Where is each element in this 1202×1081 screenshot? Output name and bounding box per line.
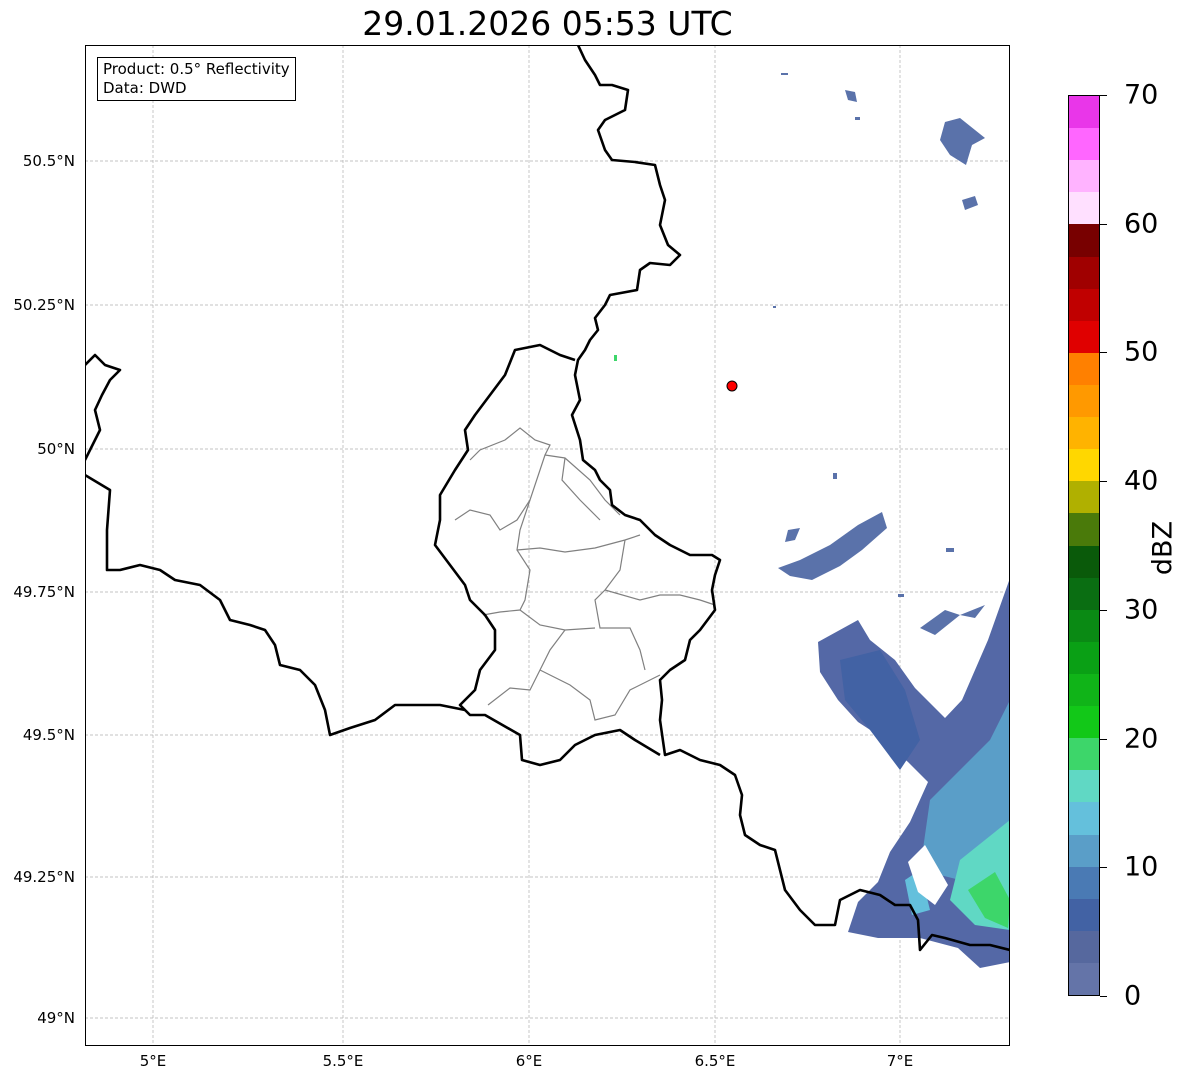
map-title: 29.01.2026 05:53 UTC <box>362 4 733 43</box>
colorbar-bin <box>1069 898 1099 931</box>
info-product: Product: 0.5° Reflectivity <box>103 60 290 78</box>
colorbar-tick-mark <box>1100 352 1107 354</box>
colorbar-bin <box>1069 192 1099 225</box>
colorbar-bin <box>1069 673 1099 707</box>
region-borders <box>454 427 716 721</box>
colorbar-tick-mark <box>1100 996 1107 997</box>
info-data-source: Data: DWD <box>103 79 187 97</box>
colorbar-bin <box>1069 930 1099 963</box>
colorbar-bin <box>1069 738 1099 771</box>
lon-label: 6.5°E <box>694 1052 736 1070</box>
colorbar-bin <box>1069 256 1099 289</box>
colorbar-tick-label: 0 <box>1124 980 1142 1012</box>
colorbar-bin <box>1069 160 1099 193</box>
radar-map[interactable] <box>85 45 1010 1046</box>
colorbar-bin <box>1069 706 1099 739</box>
colorbar-label: dBZ <box>1147 520 1179 576</box>
colorbar-tick-label: 20 <box>1124 723 1159 755</box>
colorbar-bin <box>1069 802 1099 835</box>
map-canvas <box>86 46 1009 1045</box>
colorbar-bin <box>1069 962 1099 996</box>
colorbar-tick-mark <box>1100 95 1107 96</box>
echo-north <box>940 118 985 165</box>
colorbar <box>1068 95 1100 996</box>
colorbar-tick-mark <box>1100 481 1107 483</box>
lat-label: 50.5°N <box>22 152 75 170</box>
colorbar-tick-mark <box>1100 609 1107 611</box>
lat-label: 49.5°N <box>22 726 75 744</box>
colorbar-tick-mark <box>1100 867 1107 869</box>
colorbar-tick-label: 30 <box>1124 594 1159 626</box>
colorbar-bin <box>1069 770 1099 803</box>
colorbar-bin <box>1069 96 1099 129</box>
national-borders <box>86 46 1009 952</box>
colorbar-bin <box>1069 128 1099 161</box>
colorbar-tick-label: 40 <box>1124 465 1159 497</box>
colorbar-tick-label: 50 <box>1124 336 1159 368</box>
colorbar-bin <box>1069 224 1099 257</box>
lon-label: 7°E <box>886 1052 914 1070</box>
colorbar-bin <box>1069 481 1099 514</box>
lat-label: 50°N <box>37 440 75 458</box>
colorbar-bin <box>1069 288 1099 321</box>
colorbar-tick-label: 70 <box>1124 79 1159 111</box>
radar-site-marker <box>726 380 738 392</box>
colorbar-tick-mark <box>1100 738 1107 740</box>
colorbar-bin <box>1069 577 1099 610</box>
info-box: Product: 0.5° Reflectivity Data: DWD <box>97 57 296 101</box>
lat-label: 49°N <box>37 1009 75 1027</box>
lon-label: 5°E <box>139 1052 167 1070</box>
colorbar-bin <box>1069 866 1099 899</box>
colorbar-bin <box>1069 449 1099 482</box>
colorbar-bin <box>1069 641 1099 674</box>
radar-echoes <box>614 73 1009 968</box>
colorbar-bin <box>1069 609 1099 642</box>
lat-label: 50.25°N <box>13 296 75 314</box>
colorbar-bin <box>1069 545 1099 578</box>
colorbar-bin <box>1069 384 1099 418</box>
lat-label: 49.25°N <box>13 868 75 886</box>
colorbar-bin <box>1069 320 1099 353</box>
colorbar-bin <box>1069 417 1099 450</box>
lon-label: 6°E <box>515 1052 543 1070</box>
colorbar-bin <box>1069 352 1099 385</box>
echo-mid <box>778 512 887 580</box>
lat-label: 49.75°N <box>13 583 75 601</box>
colorbar-tick-mark <box>1100 223 1107 225</box>
colorbar-bin <box>1069 834 1099 867</box>
colorbar-bin <box>1069 513 1099 546</box>
colorbar-tick-label: 10 <box>1124 851 1159 883</box>
lon-label: 5.5°E <box>322 1052 364 1070</box>
colorbar-tick-label: 60 <box>1124 208 1159 240</box>
